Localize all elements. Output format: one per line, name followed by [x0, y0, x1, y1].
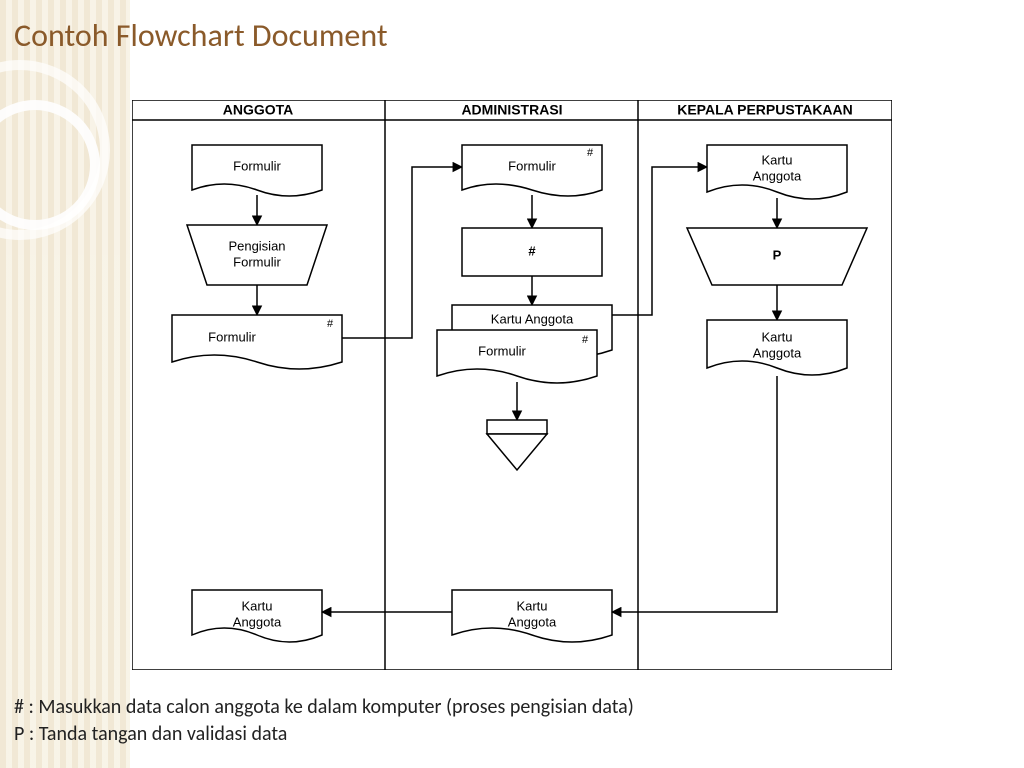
flowchart-diagram: ANGGOTA ADMINISTRASI KEPALA PERPUSTAKAAN…: [132, 100, 892, 670]
admin-doc-kartu-end-l2: Anggota: [508, 614, 557, 629]
kepala-manual-p-label: P: [773, 247, 782, 262]
anggota-doc-formulir-2-label: Formulir: [208, 329, 256, 344]
legend-hash: # : Masukkan data calon anggota ke dalam…: [14, 694, 634, 721]
anggota-manual-line2: Formulir: [233, 254, 281, 269]
legend-p: P : Tanda tangan dan validasi data: [14, 721, 634, 748]
anggota-doc-kartu-end-l2: Anggota: [233, 614, 282, 629]
admin-doc-formulir-1-mark: #: [587, 147, 594, 159]
admin-doc-formulir-front-mark: #: [582, 334, 589, 346]
kepala-doc-kartu-2-l1: Kartu: [761, 329, 792, 344]
admin-doc-kartu-anggota-back-label: Kartu Anggota: [491, 311, 574, 326]
kepala-doc-kartu-1-l1: Kartu: [761, 152, 792, 167]
swimlane-header-kepala: KEPALA PERPUSTAKAAN: [677, 102, 853, 118]
anggota-doc-kartu-end-l1: Kartu: [241, 598, 272, 613]
legend: # : Masukkan data calon anggota ke dalam…: [14, 694, 634, 748]
admin-doc-kartu-end-l1: Kartu: [516, 598, 547, 613]
admin-doc-formulir-front-label: Formulir: [478, 343, 526, 358]
kepala-doc-kartu-2-l2: Anggota: [753, 345, 802, 360]
anggota-doc-formulir-2-mark: #: [327, 318, 334, 330]
swimlane-header-anggota: ANGGOTA: [223, 102, 294, 118]
swimlane-header-admin: ADMINISTRASI: [461, 102, 562, 118]
anggota-doc-formulir-1-label: Formulir: [233, 158, 281, 173]
admin-process-hash-label: #: [528, 243, 536, 258]
kepala-doc-kartu-1-l2: Anggota: [753, 168, 802, 183]
admin-doc-formulir-1-label: Formulir: [508, 158, 556, 173]
decorative-sidebar: [0, 0, 130, 768]
anggota-manual-line1: Pengisian: [228, 238, 285, 253]
page-title: Contoh Flowchart Document: [14, 16, 388, 55]
